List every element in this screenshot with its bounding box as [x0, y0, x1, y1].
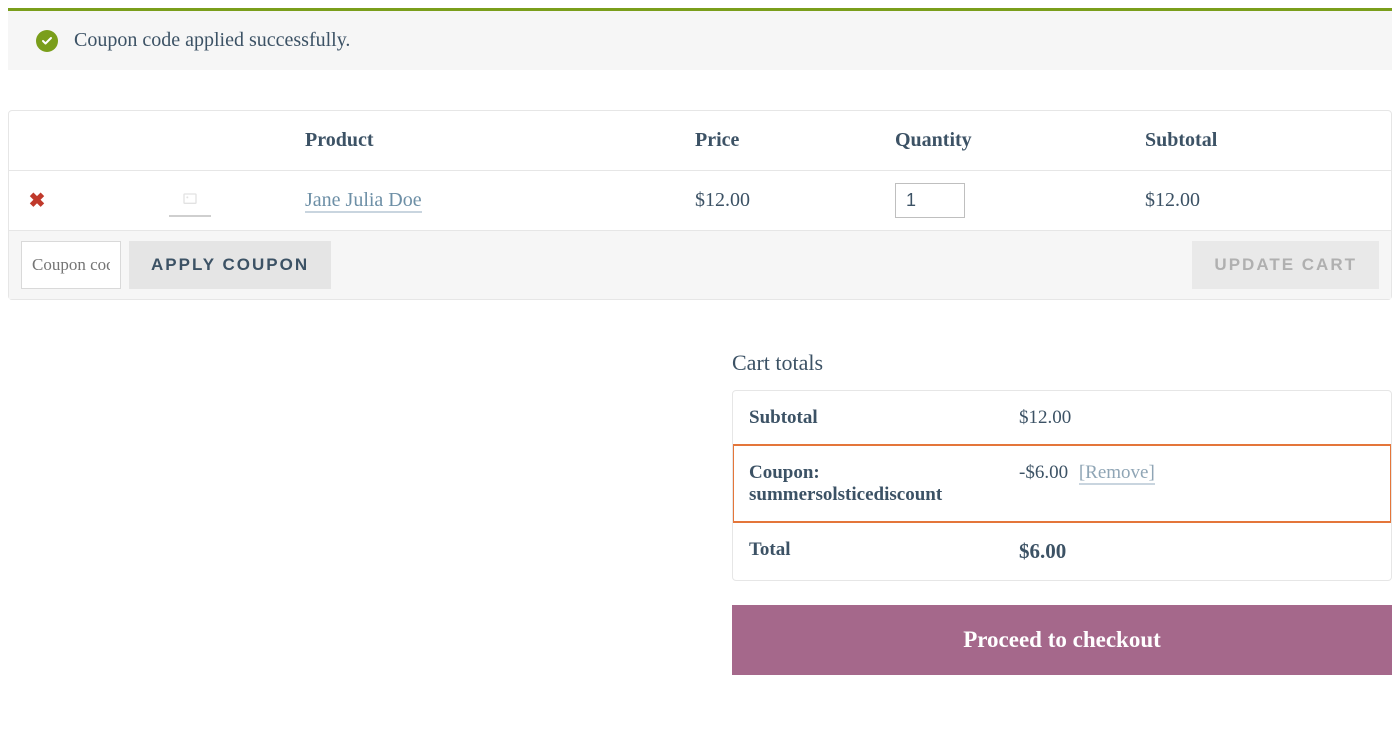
remove-item-button[interactable]: ✖: [25, 188, 49, 213]
proceed-to-checkout-button[interactable]: Proceed to checkout: [732, 605, 1392, 675]
success-check-icon: [36, 30, 58, 52]
coupon-code-input[interactable]: [21, 241, 121, 289]
item-price: $12.00: [695, 189, 750, 211]
coupon-label-prefix: Coupon:: [749, 462, 820, 483]
apply-coupon-button[interactable]: Apply coupon: [129, 241, 331, 289]
coupon-code: summersolsticediscount: [749, 484, 942, 505]
cart-item-row: ✖ Jane Julia Doe $12.00 $12.00: [9, 171, 1391, 230]
update-cart-button[interactable]: Update cart: [1192, 241, 1379, 289]
coupon-value-cell: -$6.00 [Remove]: [1019, 462, 1375, 506]
subtotal-label: Subtotal: [749, 407, 1019, 429]
cart-totals-table: Subtotal $12.00 Coupon: summersolsticedi…: [732, 390, 1392, 581]
quantity-input[interactable]: [895, 183, 965, 218]
cart-totals-title: Cart totals: [732, 350, 1392, 376]
cart-table: Product Price Quantity Subtotal ✖ Jane J…: [8, 110, 1392, 300]
totals-coupon-row: Coupon: summersolsticediscount -$6.00 [R…: [733, 445, 1391, 522]
totals-subtotal-row: Subtotal $12.00: [733, 391, 1391, 445]
cart-totals-section: Cart totals Subtotal $12.00 Coupon: summ…: [732, 350, 1392, 675]
coupon-label: Coupon: summersolsticediscount: [749, 462, 1019, 506]
image-placeholder-icon: [182, 192, 198, 208]
totals-total-row: Total $6.00: [733, 522, 1391, 580]
notice-text: Coupon code applied successfully.: [74, 29, 350, 52]
coupon-discount-value: -$6.00: [1019, 462, 1068, 483]
total-value: $6.00: [1019, 539, 1375, 564]
notice-banner: Coupon code applied successfully.: [8, 8, 1392, 70]
remove-coupon-link[interactable]: [Remove]: [1079, 462, 1155, 485]
subtotal-value: $12.00: [1019, 407, 1375, 429]
col-header-product: Product: [305, 129, 695, 152]
col-header-subtotal: Subtotal: [1145, 129, 1375, 152]
col-header-price: Price: [695, 129, 895, 152]
cart-header-row: Product Price Quantity Subtotal: [9, 111, 1391, 171]
col-header-qty: Quantity: [895, 129, 1145, 152]
total-label: Total: [749, 539, 1019, 564]
cart-actions-row: Apply coupon Update cart: [9, 230, 1391, 299]
item-subtotal: $12.00: [1145, 189, 1200, 211]
product-thumbnail[interactable]: [169, 185, 211, 217]
product-name-link[interactable]: Jane Julia Doe: [305, 189, 422, 213]
